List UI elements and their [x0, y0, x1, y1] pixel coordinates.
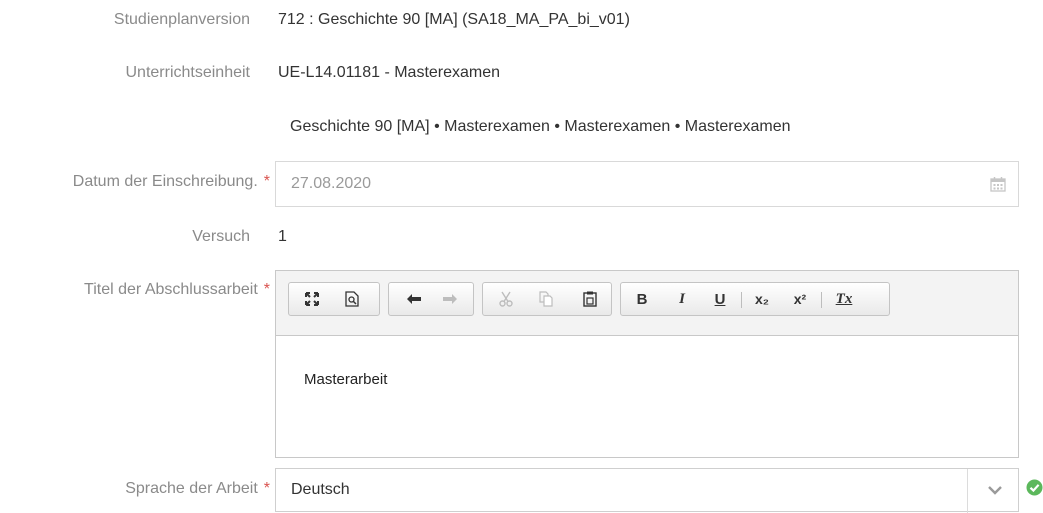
sprache-label-text: Sprache der Arbeit — [125, 480, 258, 497]
redo-button[interactable] — [435, 283, 465, 315]
chevron-down-icon[interactable] — [988, 485, 1002, 495]
unterrichtseinheit-label: Unterrichtseinheit — [125, 64, 251, 81]
studienplanversion-label: Studienplanversion — [113, 11, 250, 28]
superscript-button[interactable]: x² — [785, 283, 815, 315]
editor-toolbar: B I U x₂ x² Tx — [276, 271, 1018, 336]
select-divider — [967, 469, 968, 513]
editor-content[interactable]: Masterarbeit — [304, 371, 387, 388]
underline-button[interactable]: U — [705, 283, 735, 315]
calendar-icon[interactable] — [990, 176, 1006, 192]
unterrichtseinheit-value: UE-L14.01181 - Masterexamen — [278, 64, 501, 81]
undo-icon — [407, 294, 421, 304]
toolbar-group-view — [288, 282, 380, 316]
maximize-button[interactable] — [297, 283, 327, 315]
redo-icon — [443, 294, 457, 304]
datum-label-text: Datum der Einschreibung. — [72, 173, 258, 190]
required-marker: * — [263, 281, 270, 298]
remove-format-button[interactable]: Tx — [829, 283, 859, 315]
cut-button[interactable] — [491, 283, 521, 315]
preview-button[interactable] — [337, 283, 367, 315]
sprache-select[interactable]: Deutsch — [275, 468, 1019, 513]
check-circle-icon — [1026, 479, 1043, 496]
sprache-selected-value: Deutsch — [291, 481, 350, 498]
toolbar-group-format: B I U x₂ x² Tx — [620, 282, 890, 316]
required-marker: * — [263, 480, 270, 497]
paste-icon — [583, 291, 597, 307]
cut-icon — [499, 291, 513, 307]
subscript-button[interactable]: x₂ — [747, 283, 777, 315]
copy-icon — [539, 291, 553, 307]
toolbar-separator — [821, 292, 822, 308]
toolbar-separator — [741, 292, 742, 308]
titel-label: Titel der Abschlussarbeit * — [84, 281, 270, 299]
studienplanversion-value: 712 : Geschichte 90 [MA] (SA18_MA_PA_bi_… — [278, 11, 630, 28]
versuch-value: 1 — [278, 228, 287, 245]
unterrichtseinheit-path: Geschichte 90 [MA] • Masterexamen • Mast… — [290, 118, 791, 135]
maximize-icon — [305, 292, 319, 306]
required-marker: * — [263, 173, 270, 190]
toolbar-group-history — [388, 282, 474, 316]
undo-button[interactable] — [399, 283, 429, 315]
rich-text-editor[interactable]: B I U x₂ x² Tx Masterarbeit — [275, 270, 1019, 458]
italic-button[interactable]: I — [667, 283, 697, 315]
paste-button[interactable] — [575, 283, 605, 315]
copy-button[interactable] — [531, 283, 561, 315]
bold-button[interactable]: B — [627, 283, 657, 315]
toolbar-group-clipboard — [482, 282, 612, 316]
sprache-label: Sprache der Arbeit * — [125, 480, 270, 498]
datum-label: Datum der Einschreibung. * — [73, 173, 270, 191]
versuch-label: Versuch — [192, 228, 250, 245]
preview-icon — [345, 291, 359, 307]
titel-label-text: Titel der Abschlussarbeit — [84, 281, 258, 298]
datum-input[interactable] — [276, 162, 951, 206]
datum-field[interactable] — [275, 161, 1019, 207]
